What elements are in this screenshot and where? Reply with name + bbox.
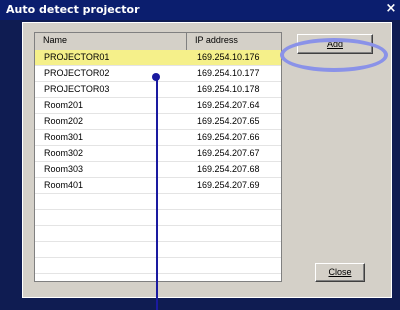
projector-ip: 169.254.207.67 xyxy=(197,148,260,158)
projector-name: PROJECTOR02 xyxy=(44,68,110,78)
title-bar: Auto detect projector × xyxy=(0,0,400,20)
empty-row xyxy=(35,226,281,242)
callout-pointer-dot xyxy=(152,73,160,81)
projector-ip: 169.254.207.66 xyxy=(197,132,260,142)
projector-list[interactable]: Name IP address PROJECTOR01 169.254.10.1… xyxy=(34,32,282,282)
list-item[interactable]: Room301 169.254.207.66 xyxy=(35,130,281,146)
empty-row xyxy=(35,242,281,258)
auto-detect-window: Auto detect projector × Name IP address … xyxy=(0,0,400,310)
list-item[interactable]: Room201 169.254.207.64 xyxy=(35,98,281,114)
window-title: Auto detect projector xyxy=(6,3,140,16)
projector-ip: 169.254.10.176 xyxy=(197,52,260,62)
projector-ip: 169.254.207.68 xyxy=(197,164,260,174)
list-item[interactable]: PROJECTOR03 169.254.10.178 xyxy=(35,82,281,98)
projector-ip: 169.254.10.177 xyxy=(197,68,260,78)
projector-name: Room401 xyxy=(44,180,84,190)
column-header-name[interactable]: Name xyxy=(35,33,187,50)
add-button-highlight xyxy=(280,38,388,72)
column-header-ip-label: IP address xyxy=(195,35,238,45)
list-item[interactable]: Room202 169.254.207.65 xyxy=(35,114,281,130)
empty-row xyxy=(35,194,281,210)
projector-ip: 169.254.10.178 xyxy=(197,84,260,94)
projector-name: Room202 xyxy=(44,116,84,126)
empty-row xyxy=(35,210,281,226)
list-item[interactable]: PROJECTOR01 169.254.10.176 xyxy=(35,50,281,66)
projector-ip: 169.254.207.69 xyxy=(197,180,260,190)
list-header: Name IP address xyxy=(35,33,281,51)
empty-row xyxy=(35,258,281,274)
projector-name: Room201 xyxy=(44,100,84,110)
projector-name: Room303 xyxy=(44,164,84,174)
projector-ip: 169.254.207.65 xyxy=(197,116,260,126)
projector-name: PROJECTOR01 xyxy=(44,52,110,62)
list-item[interactable]: Room302 169.254.207.67 xyxy=(35,146,281,162)
callout-pointer-line xyxy=(156,77,158,310)
close-button-label: Close xyxy=(328,267,352,277)
list-item[interactable]: Room401 169.254.207.69 xyxy=(35,178,281,194)
projector-ip: 169.254.207.64 xyxy=(197,100,260,110)
projector-name: Room302 xyxy=(44,148,84,158)
column-header-name-label: Name xyxy=(43,35,68,45)
projector-name: PROJECTOR03 xyxy=(44,84,110,94)
close-icon[interactable]: × xyxy=(384,1,398,17)
column-header-ip[interactable]: IP address xyxy=(187,33,281,50)
list-item[interactable]: Room303 169.254.207.68 xyxy=(35,162,281,178)
close-button[interactable]: Close xyxy=(315,263,365,282)
projector-name: Room301 xyxy=(44,132,84,142)
